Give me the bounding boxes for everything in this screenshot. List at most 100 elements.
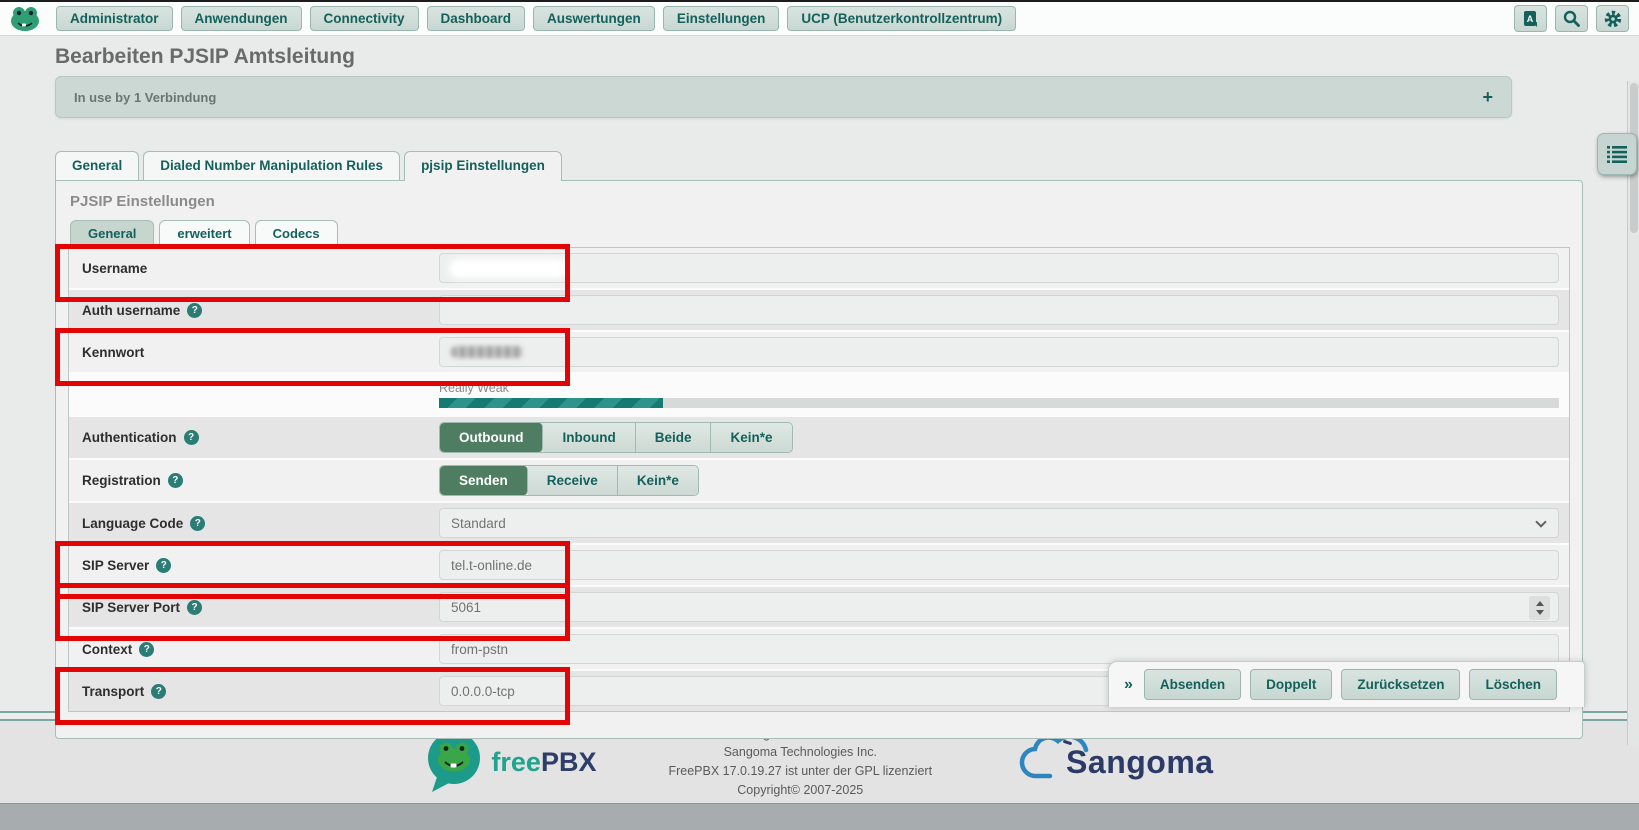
registration-buttonset: Senden Receive Kein*e (439, 465, 699, 496)
help-icon[interactable]: ? (168, 473, 183, 488)
top-navigation-bar: Administrator Anwendungen Connectivity D… (0, 0, 1639, 36)
authentication-buttonset: Outbound Inbound Beide Kein*e (439, 422, 793, 453)
sip-server-input[interactable]: tel.t-online.de (439, 550, 1559, 580)
nav-einstellungen[interactable]: Einstellungen (663, 6, 780, 31)
nav-dashboard[interactable]: Dashboard (427, 6, 526, 31)
row-password-strength: Really Weak (69, 374, 1569, 417)
subtab-general[interactable]: General (70, 220, 154, 247)
context-label: Context (82, 642, 132, 657)
license-line-4: Copyright© 2007-2025 (668, 781, 932, 800)
nav-auswertungen[interactable]: Auswertungen (533, 6, 655, 31)
license-line-2: Sangoma Technologies Inc. (668, 743, 932, 762)
step-down-icon (1536, 610, 1544, 615)
vertical-scrollbar[interactable] (1627, 81, 1639, 745)
row-sip-server-port: SIP Server Port ? 5061 (69, 587, 1569, 629)
in-use-notice: In use by 1 Verbindung + (55, 76, 1512, 118)
duplicate-button[interactable]: Doppelt (1250, 669, 1332, 700)
sip-server-value: tel.t-online.de (451, 558, 532, 573)
settings-button[interactable] (1596, 5, 1629, 32)
nav-ucp[interactable]: UCP (Benutzerkontrollzentrum) (787, 6, 1016, 31)
row-authentication: Authentication ? Outbound Inbound Beide … (69, 417, 1569, 460)
language-code-value: Standard (451, 516, 506, 531)
sangoma-logo[interactable]: Sangoma (1004, 730, 1214, 794)
sip-server-label: SIP Server (82, 558, 149, 573)
step-up-icon (1536, 601, 1544, 606)
username-input[interactable] (439, 253, 1559, 283)
side-menu-toggle[interactable] (1597, 133, 1637, 175)
translate-icon: A (1522, 10, 1539, 28)
bottom-strip (0, 803, 1639, 830)
sip-server-port-input[interactable]: 5061 (439, 592, 1559, 622)
freepbx-bubble-frog-icon (425, 731, 483, 793)
list-icon (1607, 146, 1627, 163)
search-button[interactable] (1555, 5, 1588, 32)
pjsip-subtabs: General erweitert Codecs (70, 220, 1570, 247)
svg-text:A: A (1527, 14, 1534, 24)
submit-button[interactable]: Absenden (1144, 669, 1241, 700)
kennwort-input[interactable] (439, 337, 1559, 367)
username-label: Username (82, 261, 147, 276)
brand-pbx: PBX (541, 747, 597, 777)
help-icon[interactable]: ? (190, 516, 205, 531)
language-code-select[interactable]: Standard (439, 508, 1559, 538)
sip-server-port-value: 5061 (451, 600, 481, 615)
row-language-code: Language Code ? Standard (69, 503, 1569, 545)
registration-senden[interactable]: Senden (440, 466, 528, 495)
tab-pjsip-einstellungen[interactable]: pjsip Einstellungen (404, 151, 562, 181)
delete-button[interactable]: Löschen (1469, 669, 1557, 700)
help-icon[interactable]: ? (187, 303, 202, 318)
sip-server-port-label: SIP Server Port (82, 600, 180, 615)
context-value: from-pstn (451, 642, 508, 657)
row-sip-server: SIP Server ? tel.t-online.de (69, 545, 1569, 587)
notice-text: In use by 1 Verbindung (74, 90, 216, 105)
registration-receive[interactable]: Receive (528, 466, 618, 495)
authentication-keine[interactable]: Kein*e (711, 423, 791, 452)
reset-button[interactable]: Zurücksetzen (1341, 669, 1460, 700)
authentication-beide[interactable]: Beide (636, 423, 712, 452)
nav-administrator[interactable]: Administrator (56, 6, 173, 31)
help-icon[interactable]: ? (139, 642, 154, 657)
nav-connectivity[interactable]: Connectivity (310, 6, 419, 31)
action-toolbar: » Absenden Doppelt Zurücksetzen Löschen (1108, 661, 1585, 707)
transport-label: Transport (82, 684, 144, 699)
help-icon[interactable]: ? (151, 684, 166, 699)
tab-general[interactable]: General (55, 151, 139, 180)
row-registration: Registration ? Senden Receive Kein*e (69, 460, 1569, 503)
registration-keine[interactable]: Kein*e (618, 466, 698, 495)
context-input[interactable]: from-pstn (439, 634, 1559, 664)
tab-dialed-number-rules[interactable]: Dialed Number Manipulation Rules (143, 151, 400, 180)
nav-anwendungen[interactable]: Anwendungen (181, 6, 302, 31)
notice-expand-button[interactable]: + (1482, 88, 1493, 106)
strength-label: Really Weak (439, 381, 1559, 395)
freepbx-frog-icon[interactable] (10, 6, 40, 32)
authentication-outbound[interactable]: Outbound (440, 423, 543, 452)
language-button[interactable]: A (1514, 5, 1547, 32)
auth-username-label: Auth username (82, 303, 180, 318)
number-stepper[interactable] (1529, 596, 1550, 620)
subtab-erweitert[interactable]: erweitert (159, 220, 249, 247)
page-title: Bearbeiten PJSIP Amtsleitung (55, 45, 1639, 69)
auth-username-input[interactable] (439, 295, 1559, 325)
freepbx-logo[interactable]: freePBX (425, 731, 596, 793)
main-content: Bearbeiten PJSIP Amtsleitung In use by 1… (0, 45, 1639, 711)
row-kennwort: Kennwort (69, 332, 1569, 374)
toolbar-collapse-button[interactable]: » (1124, 676, 1133, 694)
main-tabs: General Dialed Number Manipulation Rules… (55, 151, 1639, 180)
help-icon[interactable]: ? (187, 600, 202, 615)
gear-icon (1604, 10, 1622, 28)
pjsip-settings-panel: PJSIP Einstellungen General erweitert Co… (55, 180, 1583, 739)
transport-value: 0.0.0.0-tcp (451, 684, 515, 699)
help-icon[interactable]: ? (184, 430, 199, 445)
brand-free: free (491, 747, 541, 777)
help-icon[interactable]: ? (156, 558, 171, 573)
kennwort-label: Kennwort (82, 345, 144, 360)
subtab-codecs[interactable]: Codecs (255, 220, 338, 247)
sangoma-wordmark: Sangoma (1066, 744, 1214, 781)
search-icon (1563, 10, 1580, 27)
registration-label: Registration (82, 473, 161, 488)
license-line-3: FreePBX 17.0.19.27 ist unter der GPL liz… (668, 762, 932, 781)
authentication-inbound[interactable]: Inbound (543, 423, 635, 452)
row-username: Username (69, 248, 1569, 290)
authentication-label: Authentication (82, 430, 177, 445)
redacted-kennwort-value (451, 346, 523, 358)
